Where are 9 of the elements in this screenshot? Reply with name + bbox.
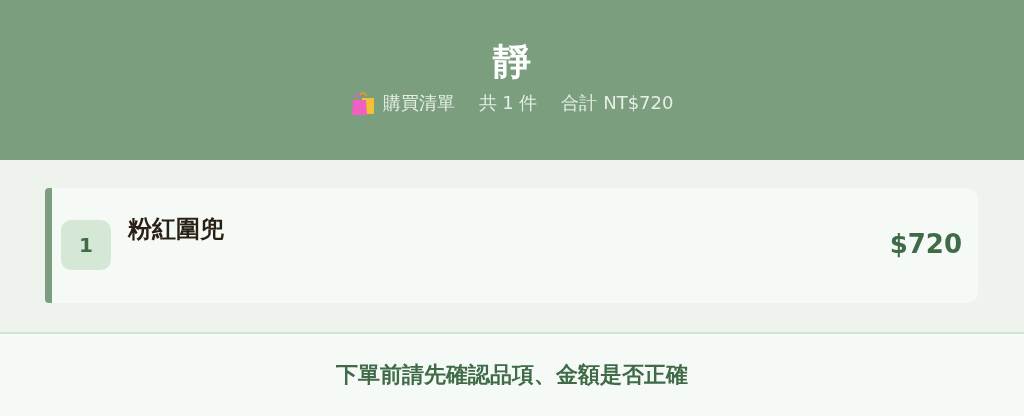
list-label: 購買清單: [382, 91, 455, 115]
notice-text: 下單前請先確認品項、金額是否正確: [336, 361, 688, 389]
item-price: $720: [889, 229, 962, 259]
item-number: 1: [61, 220, 111, 270]
total-amount: 合計 NT$720: [561, 91, 674, 115]
item-name: 粉紅圍兜: [128, 214, 225, 245]
store-title: 靜: [493, 38, 531, 84]
shopping-bags-icon: [350, 90, 377, 116]
item-count: 共 1 件: [478, 91, 538, 115]
